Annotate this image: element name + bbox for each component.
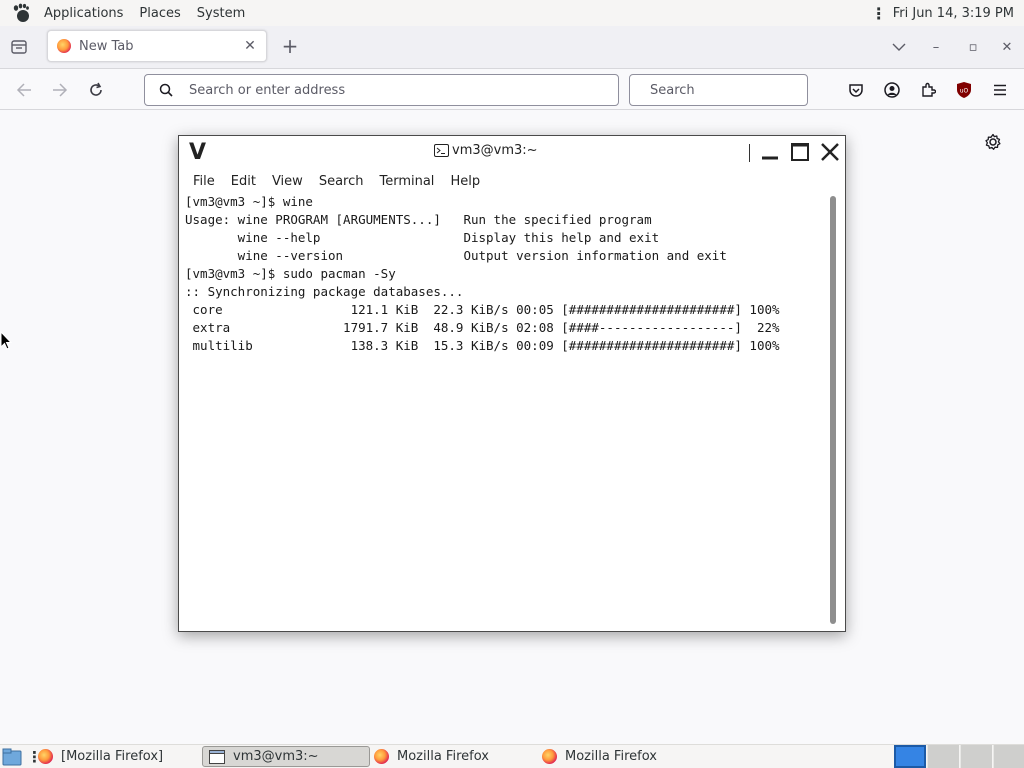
back-arrow-icon[interactable]	[10, 76, 38, 104]
taskbar-label: Mozilla Firefox	[565, 749, 657, 764]
terminal-line: core 121.1 KiB 22.3 KiB/s 00:05 [#######…	[185, 302, 780, 317]
terminal-line: [vm3@vm3 ~]$ wine	[185, 194, 313, 209]
reload-icon[interactable]	[82, 76, 110, 104]
gear-icon[interactable]	[982, 131, 1004, 153]
search-icon	[159, 83, 173, 97]
terminal-line: extra 1791.7 KiB 48.9 KiB/s 02:08 [####-…	[185, 320, 780, 335]
forward-arrow-icon[interactable]	[46, 76, 74, 104]
search-input[interactable]	[648, 81, 822, 99]
terminal-scrollbar-thumb[interactable]	[830, 196, 836, 624]
terminal-icon	[209, 749, 225, 764]
window-menu-icon[interactable]: V	[189, 140, 206, 165]
window-controls: – ▫ ✕	[882, 26, 1024, 68]
window-maximize-button[interactable]: ▫	[956, 32, 990, 62]
menu-system[interactable]: System	[189, 6, 253, 21]
tab-title: New Tab	[79, 38, 134, 54]
firefox-icon	[38, 749, 53, 764]
address-input[interactable]	[187, 81, 618, 99]
terminal-line: Usage: wine PROGRAM [ARGUMENTS...] Run t…	[185, 212, 652, 227]
terminal-close-button[interactable]	[818, 140, 842, 164]
taskbar-item-firefox-2[interactable]: Mozilla Firefox	[374, 746, 489, 767]
tab-close-icon[interactable]: ✕	[240, 36, 260, 56]
new-tab-button[interactable]: +	[278, 32, 302, 60]
firefox-icon	[542, 749, 557, 764]
workspace-3[interactable]	[960, 745, 992, 768]
tab-strip: New Tab ✕ + – ▫ ✕	[0, 26, 1024, 68]
account-icon[interactable]	[880, 78, 904, 102]
menu-applications[interactable]: Applications	[36, 6, 131, 21]
terminal-line: wine --version Output version informatio…	[185, 248, 727, 263]
workspace-2[interactable]	[927, 745, 959, 768]
list-all-tabs-icon[interactable]	[882, 32, 916, 62]
tab-new-tab[interactable]: New Tab ✕	[47, 30, 267, 62]
terminal-title: vm3@vm3:~	[452, 143, 538, 158]
terminal-menu-help[interactable]: Help	[442, 174, 488, 189]
taskbar-item-firefox-3[interactable]: Mozilla Firefox	[542, 746, 657, 767]
gnome-foot-icon[interactable]	[10, 2, 32, 24]
terminal-menu-edit[interactable]: Edit	[223, 174, 264, 189]
mouse-cursor-icon	[0, 330, 13, 355]
terminal-menu-search[interactable]: Search	[311, 174, 372, 189]
navigation-bar: uO	[0, 68, 1024, 110]
extensions-icon[interactable]	[916, 78, 940, 102]
workspace-1[interactable]	[894, 745, 926, 768]
ublock-origin-icon[interactable]: uO	[952, 78, 976, 102]
terminal-line: multilib 138.3 KiB 15.3 KiB/s 00:09 [###…	[185, 338, 780, 353]
pocket-icon[interactable]	[844, 78, 868, 102]
panel-kebab-icon[interactable]: ⋮	[871, 4, 887, 23]
top-panel: Applications Places System ⋮ Fri Jun 14,…	[0, 0, 1024, 26]
taskbar-label: vm3@vm3:~	[233, 749, 319, 764]
svg-text:uO: uO	[960, 88, 969, 95]
terminal-icon	[434, 144, 449, 157]
window-minimize-button[interactable]: –	[916, 32, 956, 62]
terminal-titlebar[interactable]: V vm3@vm3:~	[179, 136, 845, 168]
firefox-view-icon[interactable]	[0, 31, 38, 63]
terminal-menu-view[interactable]: View	[264, 174, 311, 189]
terminal-line: :: Synchronizing package databases...	[185, 284, 464, 299]
terminal-menu-file[interactable]: File	[185, 174, 223, 189]
clock[interactable]: Fri Jun 14, 3:19 PM	[893, 6, 1014, 21]
terminal-minimize-button[interactable]	[758, 140, 782, 164]
firefox-favicon-icon	[57, 39, 71, 53]
terminal-menu-terminal[interactable]: Terminal	[371, 174, 442, 189]
terminal-maximize-button[interactable]	[788, 140, 812, 164]
terminal-line: wine --help Display this help and exit	[185, 230, 660, 245]
terminal-line: [vm3@vm3 ~]$ sudo pacman -Sy	[185, 266, 396, 281]
show-desktop-icon[interactable]	[2, 746, 22, 767]
terminal-menubar: File Edit View Search Terminal Help	[179, 169, 845, 193]
titlebar-divider	[749, 144, 750, 162]
search-bar[interactable]	[629, 74, 822, 106]
taskbar-item-firefox-1[interactable]: [Mozilla Firefox]	[38, 746, 163, 767]
taskbar-label: [Mozilla Firefox]	[61, 749, 164, 764]
bottom-panel: ⋮ [Mozilla Firefox] vm3@vm3:~ Mozilla Fi…	[0, 744, 1024, 768]
firefox-icon	[374, 749, 389, 764]
taskbar-label: Mozilla Firefox	[397, 749, 489, 764]
taskbar-item-terminal[interactable]: vm3@vm3:~	[202, 746, 370, 767]
menu-places[interactable]: Places	[131, 6, 188, 21]
address-bar[interactable]	[144, 74, 619, 106]
window-close-button[interactable]: ✕	[990, 32, 1024, 62]
workspace-4[interactable]	[993, 745, 1024, 768]
terminal-window[interactable]: V vm3@vm3:~ File Edit View Search Termin…	[178, 135, 846, 632]
terminal-output[interactable]: [vm3@vm3 ~]$ wine Usage: wine PROGRAM [AR…	[185, 193, 825, 627]
hamburger-menu-icon[interactable]	[988, 78, 1012, 102]
